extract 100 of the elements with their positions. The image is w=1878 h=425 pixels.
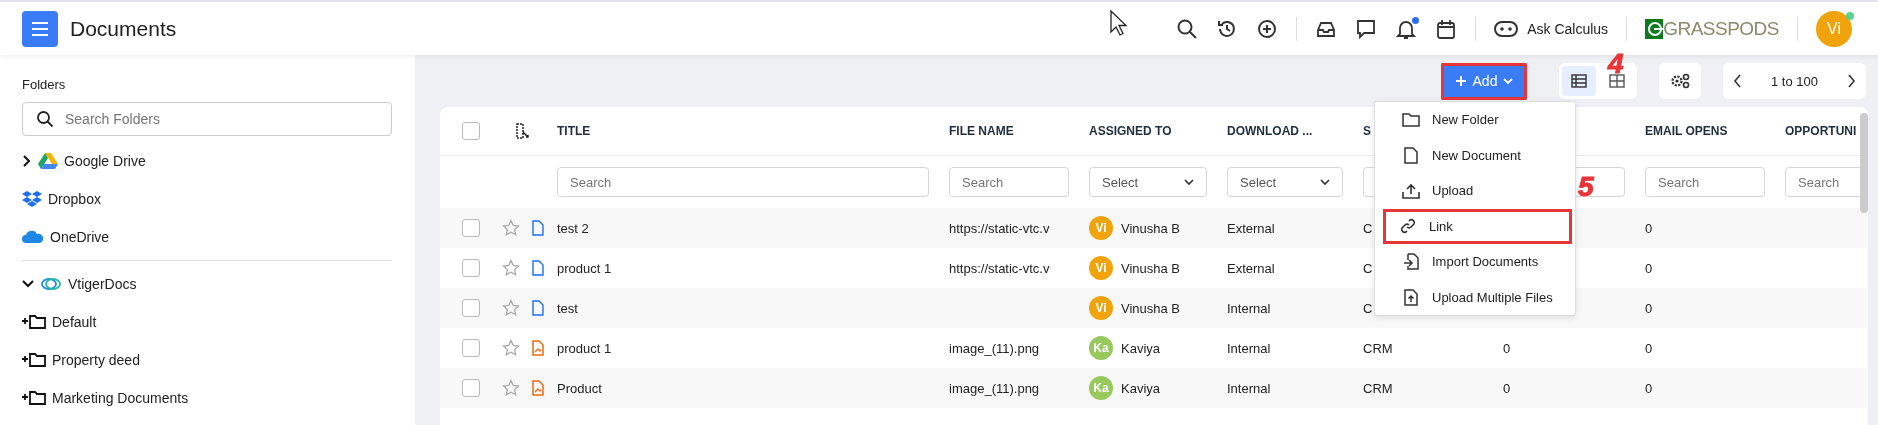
file-upload-icon	[1404, 288, 1418, 306]
assignee-name: Kaviya	[1121, 380, 1161, 396]
folder-search-field[interactable]: Search Folders	[22, 102, 392, 136]
cloud-icon	[22, 230, 44, 244]
menu-item[interactable]: New Folder	[1378, 102, 1572, 138]
search-icon[interactable]	[1176, 17, 1199, 40]
chat-icon[interactable]	[1355, 17, 1378, 40]
storage-item[interactable]: OneDrive	[50, 229, 110, 245]
column-header[interactable]: ASSIGNED TO	[1089, 124, 1172, 138]
row-checkbox[interactable]	[462, 259, 480, 277]
add-folder-icon[interactable]	[22, 315, 46, 329]
column-search-field[interactable]: Search	[1645, 167, 1765, 197]
table-cell: 0	[1503, 380, 1511, 396]
storage-item[interactable]: Google Drive	[64, 153, 146, 169]
add-button[interactable]: Add	[1441, 62, 1527, 100]
document-title[interactable]: test 2	[557, 220, 589, 236]
column-select-field[interactable]: Select	[1089, 167, 1207, 197]
plus-icon	[1454, 75, 1467, 87]
storage-item[interactable]: Dropbox	[48, 191, 101, 207]
add-icon[interactable]	[1256, 17, 1279, 40]
menu-item[interactable]: Upload Multiple Files	[1378, 279, 1572, 315]
table-cell: 0	[1645, 380, 1653, 396]
menu-icon	[30, 20, 50, 37]
column-select-field[interactable]: Select	[1227, 167, 1343, 197]
menu-item[interactable]: Upload	[1378, 173, 1572, 209]
rings-icon	[40, 276, 62, 292]
star-icon[interactable]	[502, 219, 520, 237]
folder-item[interactable]: VtigerDocs	[68, 276, 137, 292]
star-icon[interactable]	[502, 299, 520, 317]
add-folder-icon[interactable]	[22, 391, 46, 405]
document-title[interactable]: test	[557, 300, 578, 316]
table-cell: C	[1363, 220, 1373, 236]
import-icon	[1403, 253, 1419, 271]
list-view-button[interactable]	[1562, 66, 1596, 96]
caret-icon	[1503, 77, 1514, 85]
list-icon	[1571, 74, 1587, 88]
mouse-cursor-icon	[1110, 10, 1128, 36]
assignee-name: Kaviya	[1121, 340, 1161, 356]
select-all-checkbox[interactable]	[462, 122, 480, 140]
brand-logo: GRASSPODS	[1645, 17, 1779, 40]
document-title[interactable]: product 1	[557, 340, 612, 356]
caret-icon	[1184, 178, 1194, 186]
column-header[interactable]: TITLE	[557, 124, 591, 138]
row-checkbox[interactable]	[462, 299, 480, 317]
document-title[interactable]: Product	[557, 380, 602, 396]
settings-button[interactable]	[1659, 63, 1701, 99]
menu-item[interactable]: Import Documents	[1378, 244, 1572, 280]
folder-item[interactable]: Marketing Documents	[52, 390, 189, 406]
row-checkbox[interactable]	[462, 339, 480, 357]
column-header[interactable]: OPPORTUNI	[1785, 124, 1857, 138]
row-checkbox[interactable]	[462, 379, 480, 397]
table-cell: https://static-vtc.v	[949, 220, 1050, 236]
document-icon	[532, 220, 544, 236]
search-icon	[36, 110, 54, 128]
star-icon[interactable]	[502, 339, 520, 357]
user-avatar: Vi	[1089, 256, 1113, 280]
table-cell: 0	[1645, 340, 1653, 356]
menu-button[interactable]	[22, 10, 58, 47]
calendar-icon[interactable]	[1435, 17, 1458, 40]
link-icon	[1400, 218, 1416, 235]
assignee-name: Vinusha B	[1121, 300, 1181, 316]
assistant-button[interactable]: Ask Calculus	[1494, 20, 1609, 37]
column-header[interactable]: DOWNLOAD ...	[1227, 124, 1313, 138]
document-icon	[532, 300, 544, 316]
grid-icon	[1609, 74, 1625, 88]
menu-item[interactable]: Link	[1383, 208, 1572, 244]
table-cell: CRM	[1363, 380, 1393, 396]
user-avatar: Ka	[1089, 376, 1113, 400]
table-cell: 0	[1645, 220, 1653, 236]
menu-item[interactable]: New Document	[1378, 137, 1572, 173]
settings-icon	[1669, 72, 1691, 90]
folder-item[interactable]: Default	[52, 314, 97, 330]
previous-page-icon[interactable]	[1733, 74, 1743, 88]
next-page-icon[interactable]	[1846, 74, 1856, 88]
star-icon[interactable]	[502, 379, 520, 397]
star-icon[interactable]	[502, 259, 520, 277]
document-title[interactable]: product 1	[557, 260, 612, 276]
assignee-name: Vinusha B	[1121, 220, 1181, 236]
row-checkbox[interactable]	[462, 219, 480, 237]
column-header[interactable]: EMAIL OPENS	[1645, 124, 1728, 138]
chevron-icon[interactable]	[22, 155, 32, 167]
document-icon	[1404, 146, 1418, 164]
table-cell: 0	[1645, 260, 1653, 276]
add-folder-icon[interactable]	[22, 353, 46, 367]
table-cell: 0	[1645, 300, 1653, 316]
column-search-field[interactable]: Search	[557, 167, 929, 197]
user-avatar: Vi	[1089, 296, 1113, 320]
scrollbar[interactable]	[1860, 113, 1868, 213]
step-marker: 5	[1578, 172, 1594, 203]
folder-item[interactable]: Property deed	[52, 352, 140, 368]
column-settings-icon[interactable]	[514, 123, 530, 139]
column-header[interactable]: S	[1363, 124, 1371, 138]
column-search-field[interactable]: Search	[949, 167, 1069, 197]
table-cell: C	[1363, 300, 1373, 316]
chevron-icon[interactable]	[22, 279, 34, 289]
column-header[interactable]: FILE NAME	[949, 124, 1014, 138]
table-cell: image_(11).png	[949, 380, 1040, 396]
table-cell: External	[1227, 220, 1275, 236]
table-cell: C	[1363, 260, 1373, 276]
assignee-name: Vinusha B	[1121, 260, 1181, 276]
